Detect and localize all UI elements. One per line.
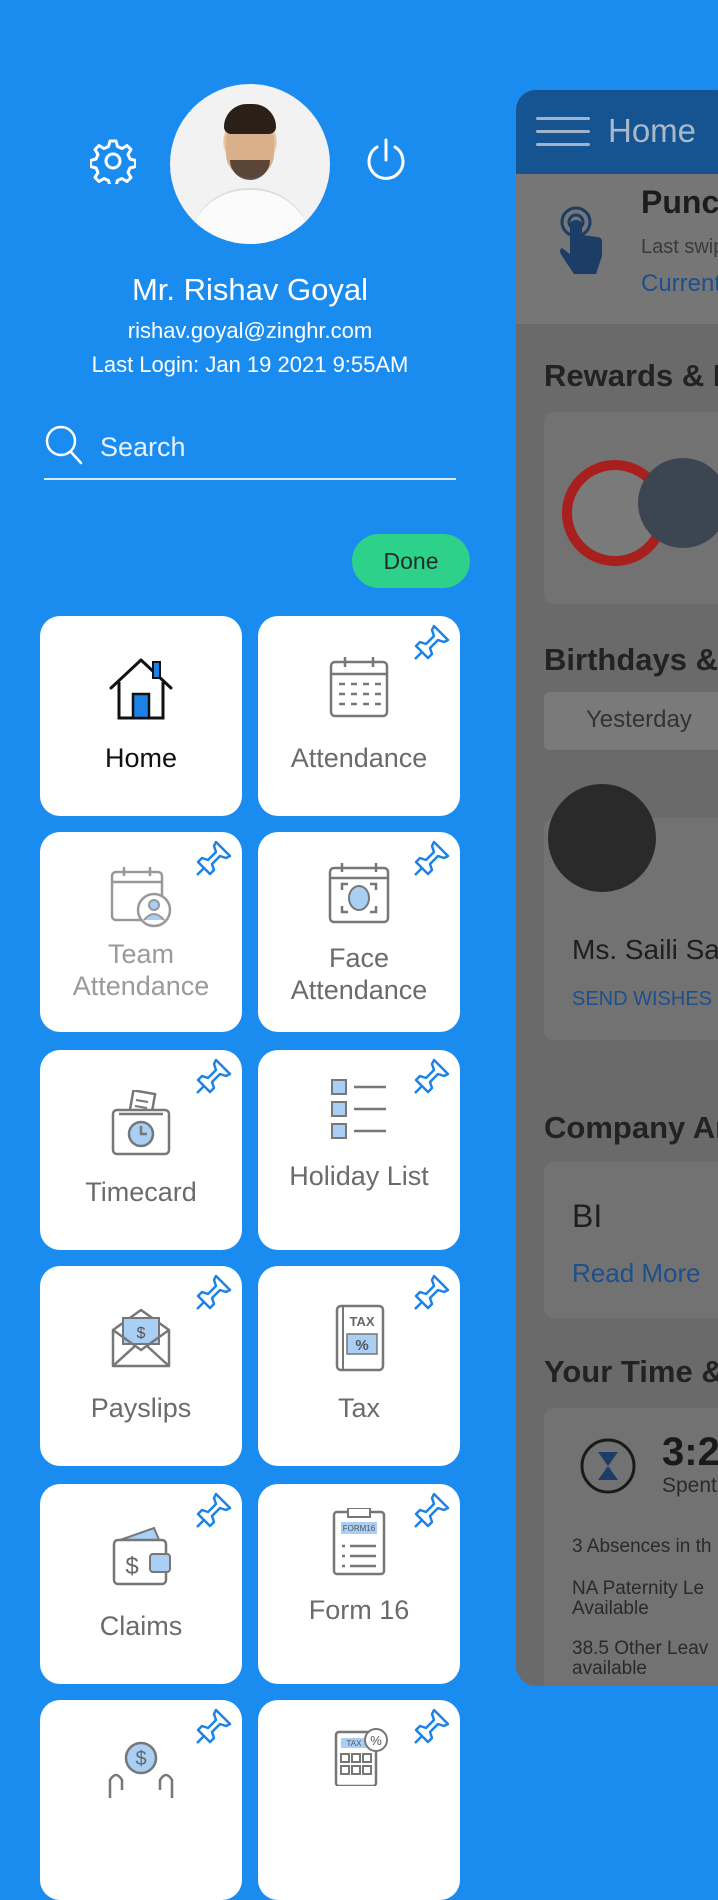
company-section-title: Company An bbox=[544, 1110, 718, 1145]
tax-text: TAX bbox=[349, 1314, 374, 1329]
birthdays-section-title: Birthdays & bbox=[544, 642, 718, 677]
other-leave-text: 38.5 Other Leav bbox=[572, 1638, 709, 1659]
percent-text: % bbox=[355, 1337, 368, 1354]
pin-icon[interactable] bbox=[412, 622, 452, 662]
tile-loan[interactable]: $ bbox=[40, 1700, 242, 1900]
list-icon bbox=[331, 1079, 386, 1139]
tile-holiday-list[interactable]: Holiday List bbox=[258, 1050, 460, 1250]
calendar-icon bbox=[329, 657, 389, 718]
other-leave-available: available bbox=[572, 1658, 647, 1679]
coin-hands-icon: $ bbox=[108, 1741, 174, 1798]
home-screen-preview[interactable]: Home Punch Last swipe Current Rewards & … bbox=[516, 90, 718, 1686]
percent-text: % bbox=[370, 1733, 382, 1748]
birthday-person-name: Ms. Saili Sar bbox=[572, 934, 718, 965]
pin-icon[interactable] bbox=[194, 1056, 234, 1096]
dollar-glyph: $ bbox=[125, 1553, 138, 1580]
profile-email: rishav.goyal@zinghr.com bbox=[127, 318, 373, 343]
time-subtitle: Spent bbox=[662, 1474, 717, 1497]
form16-icon: FORM16 bbox=[332, 1508, 386, 1576]
tile-holiday-list-label: Holiday List bbox=[289, 1161, 429, 1191]
tax-book-icon: TAX % bbox=[335, 1304, 385, 1372]
tab-yesterday[interactable]: Yesterday bbox=[544, 692, 718, 750]
profile-name: Mr. Rishav Goyal bbox=[131, 272, 368, 307]
tax-text: TAX bbox=[347, 1739, 363, 1748]
rewards-section-title: Rewards & R bbox=[544, 358, 718, 393]
pin-icon[interactable] bbox=[412, 838, 452, 878]
tile-tax-calculator[interactable]: TAX % bbox=[258, 1700, 460, 1900]
tax-calculator-icon: TAX % bbox=[334, 1728, 388, 1786]
dollar-glyph: $ bbox=[137, 1325, 146, 1342]
touch-hand-icon bbox=[560, 206, 602, 274]
tile-payslips-label: Payslips bbox=[90, 1393, 192, 1423]
pin-icon[interactable] bbox=[412, 1706, 452, 1746]
preview-title: Home bbox=[608, 112, 697, 149]
tile-home-label: Home bbox=[104, 743, 178, 773]
tile-timecard[interactable]: Timecard bbox=[40, 1050, 242, 1250]
tile-claims-label: Claims bbox=[99, 1611, 183, 1641]
team-calendar-icon bbox=[110, 867, 172, 928]
time-card[interactable]: 3:2 Spent 3 Absences in th NA Paternity … bbox=[544, 1408, 718, 1686]
search-bar[interactable] bbox=[44, 418, 456, 480]
wallet-icon: $ bbox=[112, 1526, 171, 1586]
birthday-card[interactable]: Ms. Saili Sar SEND WISHES bbox=[544, 784, 718, 1040]
done-button[interactable]: Done bbox=[352, 534, 470, 588]
tile-team-attendance-label: Team Attendance bbox=[72, 939, 210, 1001]
search-icon bbox=[45, 425, 83, 465]
pin-icon[interactable] bbox=[412, 1490, 452, 1530]
punch-subtitle: Last swipe bbox=[641, 236, 718, 258]
punch-link[interactable]: Current bbox=[641, 270, 718, 298]
announcement-title: BI bbox=[572, 1198, 603, 1234]
settings-gear-icon[interactable] bbox=[90, 138, 136, 184]
power-logout-icon[interactable] bbox=[364, 138, 408, 184]
paternity-leave-text: NA Paternity Le bbox=[572, 1578, 705, 1599]
tile-claims[interactable]: $ Claims bbox=[40, 1484, 242, 1684]
tile-home[interactable]: Home bbox=[40, 616, 242, 816]
birthday-avatar bbox=[548, 784, 656, 892]
payslip-envelope-icon: $ bbox=[111, 1308, 171, 1368]
pin-icon[interactable] bbox=[194, 838, 234, 878]
absences-text: 3 Absences in th bbox=[572, 1536, 712, 1557]
hourglass-icon bbox=[580, 1438, 636, 1494]
face-scan-icon bbox=[328, 863, 390, 924]
tab-yesterday-label: Yesterday bbox=[586, 706, 692, 733]
last-login: Last Login: Jan 19 2021 9:55AM bbox=[91, 352, 409, 377]
tile-attendance-label: Attendance bbox=[290, 743, 428, 773]
preview-header: Home bbox=[516, 90, 718, 174]
home-icon bbox=[109, 658, 173, 720]
pin-icon[interactable] bbox=[194, 1490, 234, 1530]
send-wishes-link[interactable]: SEND WISHES bbox=[572, 988, 712, 1011]
pin-icon[interactable] bbox=[412, 1056, 452, 1096]
pin-icon[interactable] bbox=[412, 1272, 452, 1312]
timecard-icon bbox=[111, 1090, 171, 1156]
time-section-title: Your Time & bbox=[544, 1354, 718, 1389]
tile-payslips[interactable]: $ Payslips bbox=[40, 1266, 242, 1466]
tile-team-attendance[interactable]: Team Attendance bbox=[40, 832, 242, 1032]
tile-form-16-label: Form 16 bbox=[308, 1595, 410, 1625]
announcement-card[interactable]: BI Read More bbox=[544, 1162, 718, 1318]
pin-icon[interactable] bbox=[194, 1272, 234, 1312]
tile-face-attendance-label: Face Attendance bbox=[290, 943, 428, 1005]
search-input[interactable] bbox=[98, 426, 442, 468]
tile-face-attendance[interactable]: Face Attendance bbox=[258, 832, 460, 1032]
punch-title: Punch bbox=[641, 184, 718, 220]
tile-tax-label: Tax bbox=[337, 1393, 381, 1423]
time-value: 3:2 bbox=[662, 1430, 718, 1474]
tile-form-16[interactable]: FORM16 Form 16 bbox=[258, 1484, 460, 1684]
pin-icon[interactable] bbox=[194, 1706, 234, 1746]
tile-attendance[interactable]: Attendance bbox=[258, 616, 460, 816]
profile-avatar[interactable] bbox=[170, 84, 330, 244]
reward-avatar bbox=[638, 458, 718, 548]
form16-text: FORM16 bbox=[343, 1524, 376, 1533]
rewards-card[interactable] bbox=[544, 412, 718, 604]
punch-card[interactable]: Punch Last swipe Current bbox=[516, 174, 718, 324]
hamburger-menu-icon[interactable] bbox=[536, 117, 590, 149]
paternity-leave-available: Available bbox=[572, 1598, 649, 1619]
tile-timecard-label: Timecard bbox=[85, 1177, 197, 1207]
dollar-glyph: $ bbox=[135, 1748, 146, 1770]
read-more-link[interactable]: Read More bbox=[572, 1258, 701, 1289]
tile-tax[interactable]: TAX % Tax bbox=[258, 1266, 460, 1466]
